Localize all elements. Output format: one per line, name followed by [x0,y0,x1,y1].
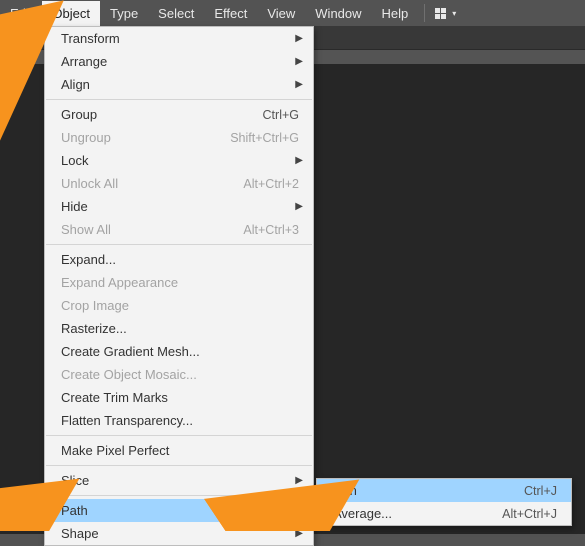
submenu-arrow-icon: ▶ [295,56,303,67]
object-menu: Transform▶ Arrange▶ Align▶ GroupCtrl+G U… [44,26,314,546]
mi-unlock-all: Unlock AllAlt+Ctrl+2 [45,172,313,195]
mi-create-object-mosaic: Create Object Mosaic... [45,363,313,386]
menu-type[interactable]: Type [100,1,148,26]
menu-object[interactable]: Object [42,1,100,26]
mi-arrange[interactable]: Arrange▶ [45,50,313,73]
menu-effect[interactable]: Effect [204,1,257,26]
submenu-arrow-icon: ▶ [295,155,303,166]
menu-separator [46,244,312,245]
shortcut-text: Alt+Ctrl+2 [243,177,299,191]
menu-separator [46,465,312,466]
submenu-arrow-icon: ▶ [295,528,303,539]
menu-edit[interactable]: Edit [0,1,42,26]
mi-shape[interactable]: Shape▶ [45,522,313,545]
menu-help[interactable]: Help [372,1,419,26]
mi-show-all: Show AllAlt+Ctrl+3 [45,218,313,241]
mi-flatten-transparency[interactable]: Flatten Transparency... [45,409,313,432]
workspace-switcher[interactable]: ▾ [431,8,460,19]
submenu-arrow-icon: ▶ [295,505,303,516]
menu-separator [46,99,312,100]
shortcut-text: Alt+Ctrl+J [502,507,557,521]
mi-hide[interactable]: Hide▶ [45,195,313,218]
menu-separator [46,435,312,436]
mi-path[interactable]: Path▶ [45,499,313,522]
menu-select[interactable]: Select [148,1,204,26]
shortcut-text: Shift+Ctrl+G [230,131,299,145]
mi-make-pixel-perfect[interactable]: Make Pixel Perfect [45,439,313,462]
menu-separator [424,4,425,22]
menu-bar: Edit Object Type Select Effect View Wind… [0,0,585,26]
menu-separator [46,495,312,496]
mi-create-trim-marks[interactable]: Create Trim Marks [45,386,313,409]
mi-lock[interactable]: Lock▶ [45,149,313,172]
zoom-level-text: @ 75. [8,31,40,45]
mi-group[interactable]: GroupCtrl+G [45,103,313,126]
submenu-arrow-icon: ▶ [295,79,303,90]
mi-align[interactable]: Align▶ [45,73,313,96]
mi-crop-image: Crop Image [45,294,313,317]
shortcut-text: Alt+Ctrl+3 [243,223,299,237]
chevron-down-icon: ▾ [452,9,456,18]
path-submenu: JoinCtrl+J Average...Alt+Ctrl+J [316,478,572,526]
submenu-arrow-icon: ▶ [295,201,303,212]
submenu-arrow-icon: ▶ [295,33,303,44]
menu-view[interactable]: View [257,1,305,26]
mi-create-gradient-mesh[interactable]: Create Gradient Mesh... [45,340,313,363]
submi-join[interactable]: JoinCtrl+J [317,479,571,502]
grid-icon [435,8,446,19]
mi-expand-appearance: Expand Appearance [45,271,313,294]
mi-rasterize[interactable]: Rasterize... [45,317,313,340]
mi-transform[interactable]: Transform▶ [45,27,313,50]
shortcut-text: Ctrl+J [524,484,557,498]
menu-window[interactable]: Window [305,1,371,26]
mi-slice[interactable]: Slice▶ [45,469,313,492]
submenu-arrow-icon: ▶ [295,475,303,486]
submi-average[interactable]: Average...Alt+Ctrl+J [317,502,571,525]
mi-expand[interactable]: Expand... [45,248,313,271]
shortcut-text: Ctrl+G [263,108,299,122]
mi-ungroup: UngroupShift+Ctrl+G [45,126,313,149]
